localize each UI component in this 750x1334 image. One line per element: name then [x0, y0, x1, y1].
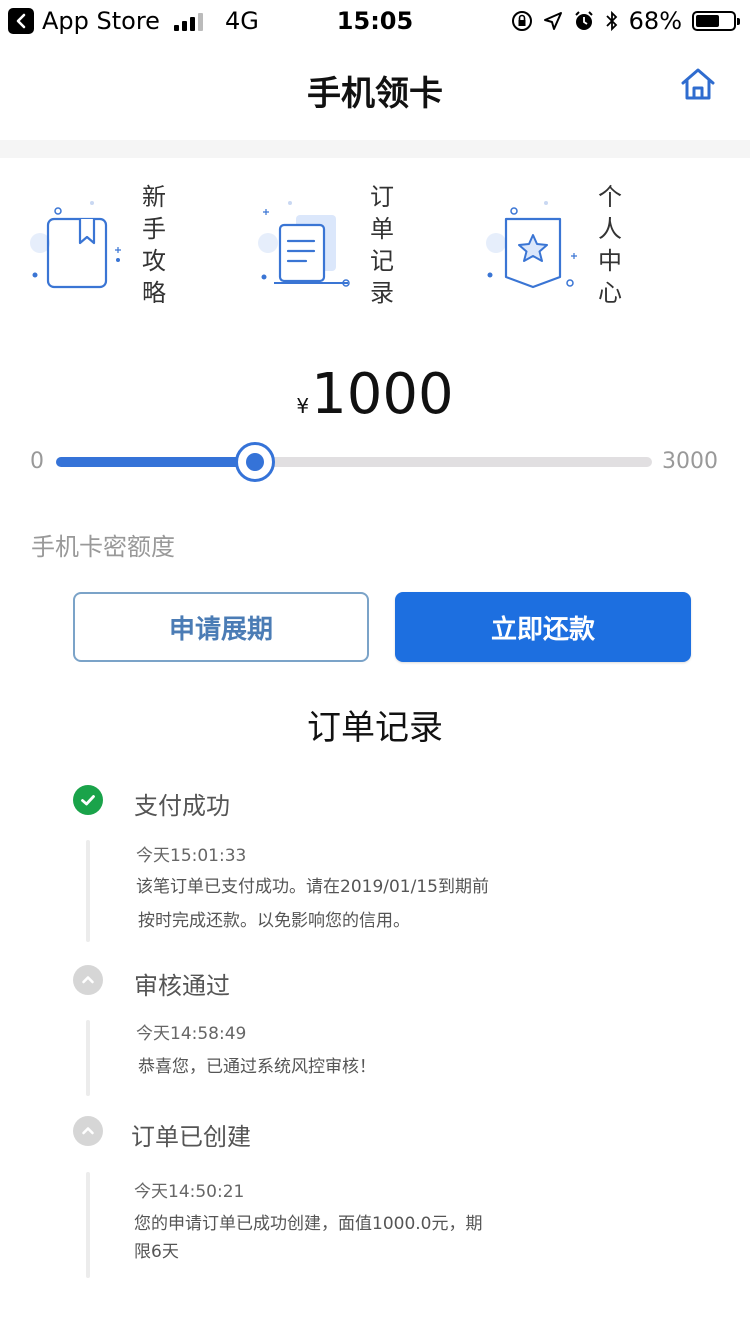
limit-label: 手机卡密额度 [31, 533, 175, 561]
rotation-lock-icon [511, 11, 532, 31]
quick-item-orders[interactable]: 订单记录 [254, 183, 442, 307]
chevron-up-circle-icon [73, 1116, 103, 1146]
timeline-line [86, 1172, 90, 1278]
quick-item-profile[interactable]: 个人中心 [482, 183, 670, 307]
alarm-icon [574, 11, 593, 30]
home-icon [681, 68, 715, 100]
timeline-time: 今天15:01:33 [136, 846, 247, 866]
nav-divider [0, 140, 750, 158]
timeline-time: 今天14:58:49 [136, 1024, 247, 1044]
apply-extension-button[interactable]: 申请展期 [73, 592, 369, 662]
amount-slider-handle[interactable] [234, 442, 275, 482]
slider-min-label: 0 [30, 449, 44, 474]
page-title: 手机领卡 [307, 74, 443, 114]
timeline-desc: 该笔订单已支付成功。请在2019/01/15到期前 按时完成还款。以免影响您的信… [136, 870, 516, 938]
quick-label-profile: 个人中心 [598, 183, 636, 307]
timeline-desc: 您的申请订单已成功创建，面值1000.0元，期 限6天 [134, 1207, 514, 1269]
slider-max-label: 3000 [662, 449, 718, 474]
amount-slider-track[interactable] [56, 457, 652, 467]
timeline-desc-line: 您的申请订单已成功创建，面值1000.0元，期 [134, 1214, 483, 1234]
timeline-desc: 恭喜您，已通过系统风控审核！ [138, 1050, 518, 1084]
check-circle-icon [73, 785, 103, 815]
timeline-desc-line: 恭喜您，已通过系统风控审核！ [138, 1057, 376, 1077]
bluetooth-icon [606, 10, 617, 32]
timeline-line [86, 1020, 90, 1096]
timeline-line [86, 840, 90, 942]
star-badge-icon [486, 201, 577, 289]
battery-level [696, 15, 720, 27]
chevron-up-circle-icon [73, 965, 103, 995]
battery-icon [692, 11, 740, 31]
status-bar: App Store 4G 15:05 68% [0, 0, 750, 40]
timeline-title: 订单已创建 [131, 1123, 251, 1151]
timeline-desc-line: 按时完成还款。以免影响您的信用。 [138, 911, 410, 931]
location-icon [543, 12, 562, 30]
timeline-title: 支付成功 [134, 792, 230, 820]
timeline-desc-line: 该笔订单已支付成功。请在2019/01/15到期前 [136, 877, 489, 897]
bookmark-book-icon [30, 201, 121, 289]
status-right: 68% [511, 7, 740, 35]
quick-item-guide[interactable]: 新手攻略 [26, 183, 214, 307]
amount-slider-fill [56, 457, 255, 467]
order-records-title: 订单记录 [307, 708, 443, 748]
nav-bar: 手机领卡 [0, 44, 750, 134]
document-stack-icon [258, 201, 350, 287]
quick-label-orders: 订单记录 [370, 183, 408, 307]
home-button[interactable] [678, 64, 718, 104]
quick-menu: 新手攻略 订单记录 个人中心 [0, 183, 750, 307]
amount-value: 1000 [311, 362, 454, 427]
quick-label-guide: 新手攻略 [142, 183, 180, 307]
timeline-time: 今天14:50:21 [134, 1182, 245, 1202]
amount-display: ¥1000 [0, 362, 750, 427]
repay-now-button[interactable]: 立即还款 [395, 592, 691, 662]
battery-percent: 68% [628, 7, 682, 35]
timeline-title: 审核通过 [134, 972, 230, 1000]
currency-symbol: ¥ [296, 394, 310, 418]
